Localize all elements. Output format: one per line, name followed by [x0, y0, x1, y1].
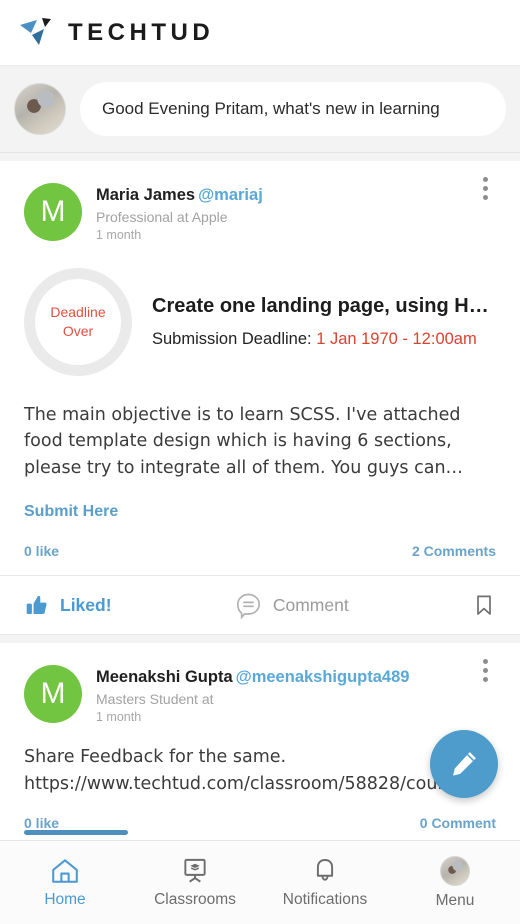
comment-icon: [236, 593, 260, 619]
submission-label: Submission Deadline:: [152, 329, 312, 348]
comment-label: Comment: [272, 594, 349, 615]
submit-here-link[interactable]: Submit Here: [24, 503, 496, 521]
post-author-meta: Maria James @mariaj Professional at Apple…: [96, 183, 496, 242]
section-divider: [0, 635, 520, 644]
brand-name: TECHTUD: [68, 18, 215, 46]
post-author-meta: Meenakshi Gupta @meenakshigupta489 Master…: [96, 665, 496, 724]
nav-label-classrooms: Classrooms: [154, 890, 236, 908]
kebab-dot: [482, 676, 488, 682]
deadline-status-badge: Deadline Over: [24, 267, 132, 376]
post-body-text: The main objective is to learn SCSS. I'v…: [24, 404, 464, 478]
like-count[interactable]: 0 like: [24, 543, 59, 559]
app-header: TECHTUD: [0, 0, 520, 66]
author-name[interactable]: Maria James: [96, 186, 195, 204]
author-subtitle: Professional at Apple: [96, 208, 228, 225]
nav-item-classrooms[interactable]: Classrooms: [130, 857, 260, 909]
nav-label-menu: Menu: [435, 891, 475, 909]
post-timestamp: 1 month: [96, 227, 142, 242]
post-author-line: Maria James @mariaj: [96, 185, 496, 206]
nav-item-menu[interactable]: Menu: [390, 855, 520, 910]
submission-date: 1 Jan 1970 - 12:00am: [316, 329, 477, 348]
kebab-dot: [482, 176, 488, 182]
like-count[interactable]: 0 like: [24, 815, 59, 831]
post-header: M Meenakshi Gupta @meenakshigupta489 Mast…: [24, 643, 496, 724]
kebab-dot: [482, 658, 488, 664]
post-header: M Maria James @mariaj Professional at App…: [24, 161, 496, 242]
nav-item-notifications[interactable]: Notifications: [260, 857, 390, 909]
author-handle[interactable]: @meenakshigupta489: [236, 668, 410, 686]
comment-button[interactable]: Comment: [112, 592, 472, 619]
deadline-badge-line1: Deadline: [50, 303, 106, 320]
post-card: M Maria James @mariaj Professional at App…: [0, 161, 520, 576]
pencil-icon: [453, 752, 476, 776]
classroom-icon: [184, 858, 206, 883]
thumbs-up-icon: [26, 595, 47, 614]
assignment-title[interactable]: Create one landing page, using HT…: [152, 295, 496, 318]
search-input[interactable]: Good Evening Pritam, what's new in learn…: [80, 82, 506, 136]
bell-icon: [316, 858, 334, 881]
greeting-bar: Good Evening Pritam, what's new in learn…: [0, 66, 520, 153]
post-action-bar: Liked! Comment: [0, 575, 520, 636]
assignment-text: Create one landing page, using HT… Submi…: [152, 295, 496, 349]
kebab-dot: [482, 185, 488, 191]
avatar-icon: [440, 855, 470, 886]
post-timestamp: 1 month: [96, 710, 142, 725]
post-options-button[interactable]: [474, 171, 496, 205]
brand-logo[interactable]: TECHTUD: [18, 16, 214, 50]
scroll-indicator[interactable]: [24, 830, 128, 835]
submission-deadline: Submission Deadline: 1 Jan 1970 - 12:00a…: [152, 330, 496, 349]
avatar[interactable]: M: [24, 665, 82, 724]
kebab-dot: [482, 667, 488, 673]
compose-fab-button[interactable]: [430, 730, 498, 798]
bookmark-button[interactable]: [472, 593, 496, 617]
post-options-button[interactable]: [474, 653, 496, 687]
home-icon: [52, 858, 78, 883]
bottom-navigation: Home Classrooms Notifications Menu: [0, 840, 520, 924]
author-subtitle: Masters Student at: [96, 691, 214, 708]
avatar[interactable]: [14, 83, 66, 135]
comment-count[interactable]: 2 Comments: [412, 543, 496, 559]
like-label: Liked!: [60, 594, 112, 615]
kebab-dot: [482, 194, 488, 200]
author-handle[interactable]: @mariaj: [198, 186, 263, 204]
author-name[interactable]: Meenakshi Gupta: [96, 668, 233, 686]
nav-label-home: Home: [44, 890, 86, 908]
app-root: TECHTUD Good Evening Pritam, what's new …: [0, 0, 520, 924]
avatar[interactable]: M: [24, 183, 82, 241]
post-body-text: Share Feedback for the same. https://www…: [24, 747, 474, 794]
nav-label-notifications: Notifications: [282, 890, 368, 908]
comment-count[interactable]: 0 Comment: [420, 815, 496, 831]
deadline-badge-line2: Over: [62, 322, 94, 339]
section-divider: [0, 153, 520, 161]
techtud-logo-icon: [20, 17, 51, 45]
post-author-line: Meenakshi Gupta @meenakshigupta489: [96, 667, 496, 688]
like-button[interactable]: Liked!: [24, 593, 112, 618]
bookmark-icon: [477, 595, 491, 616]
assignment-block: Deadline Over Create one landing page, u…: [24, 267, 496, 376]
nav-item-home[interactable]: Home: [0, 857, 130, 909]
post-counts: 0 like 2 Comments: [24, 543, 496, 575]
